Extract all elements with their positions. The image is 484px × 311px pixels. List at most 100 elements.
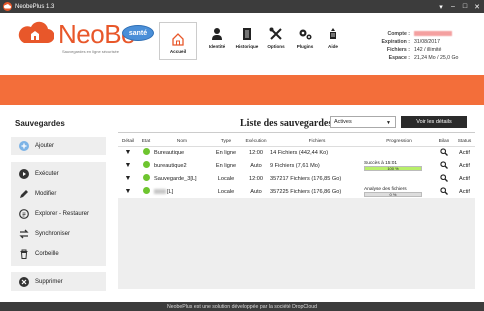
synchronize-label: Synchroniser <box>35 231 71 237</box>
pencil-icon <box>19 189 29 199</box>
progress-label: 100 % <box>387 165 399 171</box>
modify-button[interactable]: Modifier <box>11 184 106 204</box>
backup-type: Locale <box>217 188 235 195</box>
expand-triangle-icon[interactable]: ▼ <box>118 159 138 172</box>
expiration-key: Expiration : <box>381 39 410 45</box>
nav-aide[interactable]: Aide <box>323 24 343 49</box>
execute-label: Exécuter <box>35 171 59 177</box>
bilan-search-icon[interactable] <box>434 172 454 185</box>
add-backup-button[interactable]: Ajouter <box>11 137 106 155</box>
progress-bar: 0 % <box>364 191 422 197</box>
col-nom[interactable]: Nom <box>154 137 210 147</box>
backup-table: Détail Etat Nom Type Exécution Fichiers … <box>118 137 475 198</box>
filter-select[interactable]: Actives ▼ <box>330 116 396 128</box>
menu-dropdown-button[interactable]: ▾ <box>435 0 447 13</box>
nav-label: Accueil <box>169 48 187 54</box>
explore-icon <box>19 209 29 219</box>
backup-type: En ligne <box>215 149 237 156</box>
nav-label: Aide <box>328 44 338 49</box>
nav-label: Plugins <box>296 44 314 49</box>
page-title: Liste des sauvegardes <box>240 118 333 129</box>
maximize-button[interactable]: □ <box>459 0 471 13</box>
col-type[interactable]: Type <box>210 137 242 147</box>
backup-files: 357217 Fichiers (176,85 Go) <box>270 175 342 182</box>
status-dot <box>138 159 154 172</box>
table-row[interactable]: ▼ [L] Locale Auto 357225 Fichiers (176,8… <box>118 185 475 198</box>
files-value: 142 / illimité <box>414 47 442 53</box>
space-key: Espace : <box>388 55 410 61</box>
space-value: 21,24 Mo / 25,0 Go <box>414 55 459 61</box>
execute-button[interactable]: Exécuter <box>11 164 106 184</box>
explore-restore-button[interactable]: Explorer - Restaurer <box>11 204 106 224</box>
user-icon <box>211 24 223 41</box>
backup-type: Locale <box>217 175 235 182</box>
filter-value: Actives <box>334 119 352 125</box>
backup-execution: 12:00 <box>249 175 263 182</box>
backup-status: Actif <box>459 162 470 169</box>
divider <box>118 132 475 133</box>
expand-triangle-icon[interactable]: ▼ <box>118 146 138 159</box>
trash-button[interactable]: Corbeille <box>11 244 106 264</box>
nav-plugins[interactable]: Plugins <box>293 24 317 49</box>
table-row[interactable]: ▼ bureautique2 En ligne Auto 9 Fichiers … <box>118 159 475 172</box>
col-progression[interactable]: Progression <box>364 137 434 147</box>
backup-files: 357225 Fichiers (176,86 Go) <box>270 188 342 195</box>
status-dot <box>138 146 154 159</box>
backup-files: 9 Fichiers (7,61 Mo) <box>270 162 320 169</box>
tools-icon <box>269 24 283 41</box>
nav-options[interactable]: Options <box>264 24 288 49</box>
modify-label: Modifier <box>35 191 57 197</box>
help-icon <box>327 24 339 41</box>
explore-label: Explorer - Restaurer <box>35 211 90 217</box>
play-icon <box>19 169 29 179</box>
chevron-down-icon: ▼ <box>386 120 391 126</box>
nav-accueil[interactable]: Accueil <box>159 22 197 60</box>
table-row[interactable]: ▼ Sauvegarde_3[L] Locale 12:00 357217 Fi… <box>118 172 475 185</box>
sante-badge: santé <box>122 25 154 41</box>
col-status[interactable]: Status <box>454 137 475 147</box>
backup-type: En ligne <box>215 162 237 169</box>
delete-button[interactable]: Supprimer <box>11 272 106 291</box>
col-execution[interactable]: Exécution <box>242 137 270 147</box>
backup-name-suffix: [L] <box>167 188 174 195</box>
expand-triangle-icon[interactable]: ▼ <box>118 172 138 185</box>
status-dot <box>138 185 154 198</box>
bilan-search-icon[interactable] <box>434 185 454 198</box>
sidebar-title: Sauvegardes <box>15 119 65 128</box>
backup-name: Bureautique <box>154 149 185 156</box>
trash-label: Corbeille <box>35 251 59 257</box>
backup-progress <box>364 146 434 159</box>
backup-progress: Succès à 15:01 100 % <box>364 159 434 172</box>
nav-identite[interactable]: Identité <box>206 24 228 49</box>
col-etat[interactable]: Etat <box>138 137 154 147</box>
close-button[interactable]: ✕ <box>471 0 483 13</box>
account-key: Compte : <box>387 31 410 37</box>
backup-progress <box>364 172 434 185</box>
col-detail[interactable]: Détail <box>118 137 138 147</box>
col-bilan[interactable]: Bilan <box>434 137 454 147</box>
home-icon <box>171 29 185 46</box>
backup-name: Sauvegarde_3[L] <box>154 175 197 182</box>
synchronize-button[interactable]: Synchroniser <box>11 224 106 244</box>
backup-files: 14 Fichiers (442,44 Ko) <box>270 149 329 156</box>
bilan-search-icon[interactable] <box>434 159 454 172</box>
backup-status: Actif <box>459 175 470 182</box>
table-row[interactable]: ▼ Bureautique En ligne 12:00 14 Fichiers… <box>118 146 475 159</box>
trash-icon <box>19 249 29 259</box>
delete-label: Supprimer <box>35 278 63 285</box>
progress-label: 0 % <box>389 191 397 197</box>
nav-historique[interactable]: Historique <box>232 24 262 49</box>
expand-triangle-icon[interactable]: ▼ <box>118 185 138 198</box>
col-fichiers[interactable]: Fichiers <box>270 137 364 147</box>
backup-progress: Analyse des fichiers 0 % <box>364 185 434 198</box>
bilan-search-icon[interactable] <box>434 146 454 159</box>
minimize-button[interactable]: – <box>447 0 459 13</box>
backup-execution: Auto <box>250 188 262 195</box>
backup-status: Actif <box>459 188 470 195</box>
document-icon <box>242 24 252 41</box>
progress-bar: 100 % <box>364 165 422 171</box>
view-details-button[interactable]: Voir les détails <box>401 116 467 128</box>
redacted-account-name <box>414 31 452 37</box>
cloud-logo-icon <box>18 21 54 44</box>
sidebar: Sauvegardes Ajouter Exécuter Modifier Ex… <box>11 113 106 298</box>
